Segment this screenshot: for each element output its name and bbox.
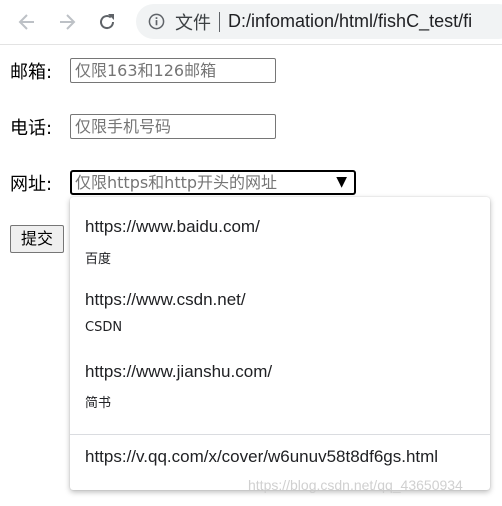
dropdown-arrow-icon[interactable]: ▼ [336, 172, 347, 193]
option-label: 百度 [85, 252, 112, 267]
watermark-text: https://blog.csdn.net/qq_43650934 [248, 477, 463, 493]
phone-label: 电话: [10, 118, 53, 139]
option-value: https://www.baidu.com/ [85, 217, 260, 236]
submit-button[interactable]: 提交 [10, 225, 64, 253]
option-label: 简书 [85, 396, 112, 411]
address-bar[interactable]: 文件 D:/infomation/html/fishC_test/fi [136, 4, 502, 39]
info-circle-icon[interactable] [148, 13, 165, 30]
datalist-option[interactable]: https://www.jianshu.com/ 简书 [70, 341, 490, 415]
browser-toolbar: 文件 D:/infomation/html/fishC_test/fi [0, 0, 502, 45]
arrow-right-icon [60, 14, 76, 30]
back-button[interactable] [12, 7, 42, 37]
email-placeholder: 仅限163和126邮箱 [75, 61, 217, 80]
origin-label: 文件 [175, 12, 211, 34]
datalist-popup: https://www.baidu.com/ 百度 https://www.cs… [70, 197, 490, 490]
website-label: 网址: [10, 174, 53, 195]
option-value: https://www.jianshu.com/ [85, 362, 273, 381]
forward-button[interactable] [52, 7, 82, 37]
website-placeholder: 仅限https和http开头的网址 [75, 173, 278, 192]
website-field[interactable]: 仅限https和http开头的网址 ▼ [70, 170, 356, 195]
arrow-left-icon [18, 14, 34, 30]
email-label: 邮箱: [10, 62, 53, 83]
phone-placeholder: 仅限手机号码 [75, 117, 172, 136]
datalist-option[interactable]: https://www.baidu.com/ 百度 [70, 197, 490, 269]
url-text[interactable]: D:/infomation/html/fishC_test/fi [228, 11, 472, 32]
datalist-option[interactable]: https://www.csdn.net/ CSDN [70, 269, 490, 341]
phone-field[interactable]: 仅限手机号码 [70, 114, 276, 139]
option-value: https://v.qq.com/x/cover/w6unuv58t8df6gs… [85, 447, 439, 466]
email-field[interactable]: 仅限163和126邮箱 [70, 58, 276, 83]
reload-button[interactable] [92, 7, 122, 37]
address-separator [219, 11, 220, 32]
reload-icon [100, 14, 115, 30]
option-value: https://www.csdn.net/ [85, 290, 246, 309]
option-label: CSDN [85, 320, 123, 335]
